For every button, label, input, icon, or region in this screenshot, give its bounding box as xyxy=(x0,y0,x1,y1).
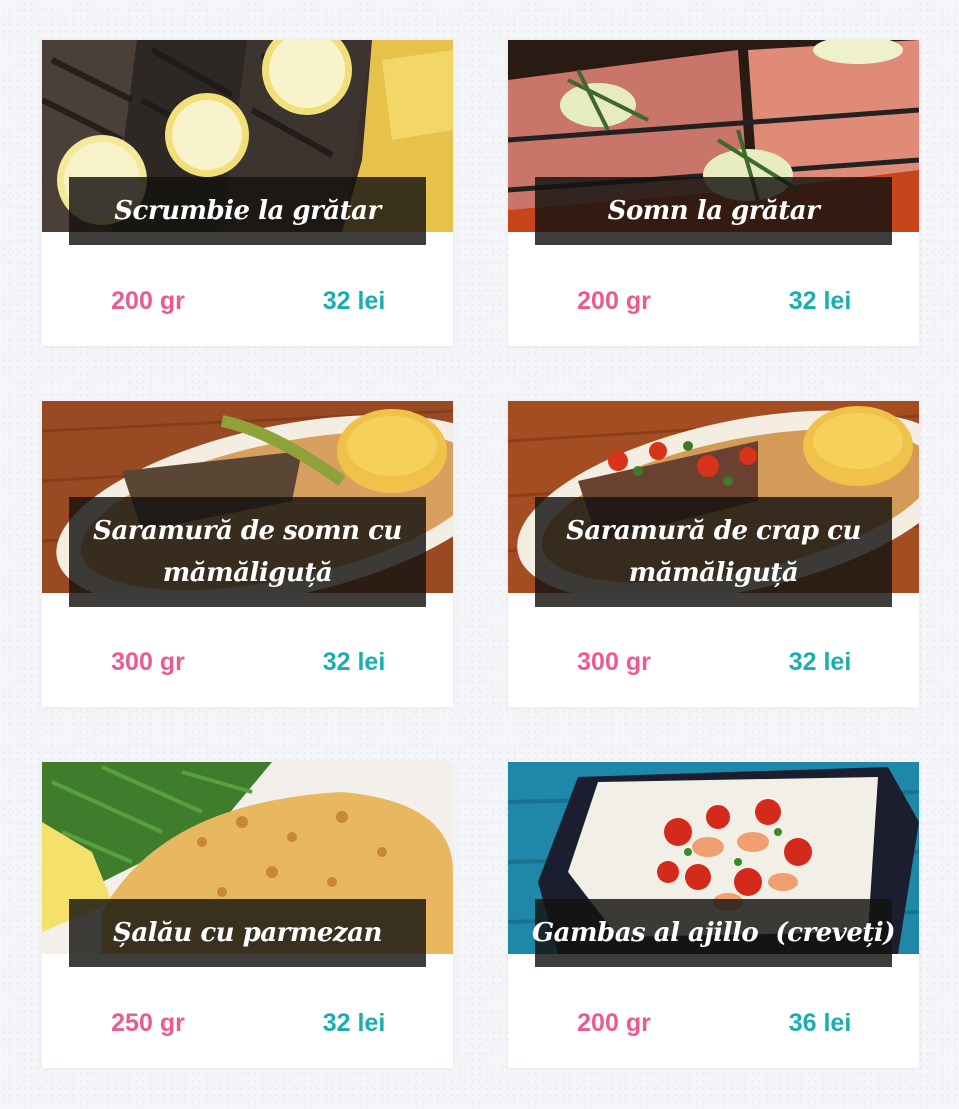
dish-title: Saramură de crap cu mămăliguță xyxy=(566,516,861,588)
menu-card-saramura-somn[interactable]: Saramură de somn cu mămăliguță 300 gr 32… xyxy=(42,401,453,707)
dish-price: 32 lei xyxy=(322,648,386,676)
dish-title-box: Saramură de somn cu mămăliguță xyxy=(69,497,426,607)
menu-card-saramura-crap[interactable]: Saramură de crap cu mămăliguță 300 gr 32… xyxy=(508,401,919,707)
dish-stats: 250 gr 32 lei xyxy=(42,1005,453,1041)
dish-title: Șalău cu parmezan xyxy=(113,918,382,948)
dish-weight: 250 gr xyxy=(111,1009,185,1037)
dish-weight: 200 gr xyxy=(577,1009,651,1037)
menu-card-salau[interactable]: Șalău cu parmezan 250 gr 32 lei xyxy=(42,762,453,1068)
dish-stats: 200 gr 32 lei xyxy=(42,283,453,319)
dish-title-box: Scrumbie la grătar xyxy=(69,177,426,245)
dish-title: Saramură de somn cu mămăliguță xyxy=(93,516,402,588)
dish-title: Somn la grătar xyxy=(607,196,820,226)
dish-stats: 200 gr 36 lei xyxy=(508,1005,919,1041)
dish-price: 32 lei xyxy=(788,648,852,676)
dish-weight: 300 gr xyxy=(577,648,651,676)
menu-card-scrumbie[interactable]: Scrumbie la grătar 200 gr 32 lei xyxy=(42,40,453,346)
dish-price: 32 lei xyxy=(788,287,852,315)
menu-grid: Scrumbie la grătar 200 gr 32 lei Somn la… xyxy=(42,40,919,1068)
menu-card-gambas[interactable]: Gambas al ajillo (creveți) 200 gr 36 lei xyxy=(508,762,919,1068)
dish-weight: 200 gr xyxy=(577,287,651,315)
dish-weight: 200 gr xyxy=(111,287,185,315)
dish-stats: 300 gr 32 lei xyxy=(42,644,453,680)
dish-price: 32 lei xyxy=(322,287,386,315)
dish-stats: 300 gr 32 lei xyxy=(508,644,919,680)
dish-title-box: Gambas al ajillo (creveți) xyxy=(532,899,896,967)
menu-card-somn[interactable]: Somn la grătar 200 gr 32 lei xyxy=(508,40,919,346)
dish-price: 36 lei xyxy=(788,1009,852,1037)
dish-title-box: Saramură de crap cu mămăliguță xyxy=(535,497,892,607)
dish-weight: 300 gr xyxy=(111,648,185,676)
dish-title: Gambas al ajillo (creveți) xyxy=(531,918,896,948)
dish-price: 32 lei xyxy=(322,1009,386,1037)
dish-stats: 200 gr 32 lei xyxy=(508,283,919,319)
dish-title: Scrumbie la grătar xyxy=(114,196,381,226)
dish-title-box: Somn la grătar xyxy=(535,177,892,245)
dish-title-box: Șalău cu parmezan xyxy=(69,899,426,967)
